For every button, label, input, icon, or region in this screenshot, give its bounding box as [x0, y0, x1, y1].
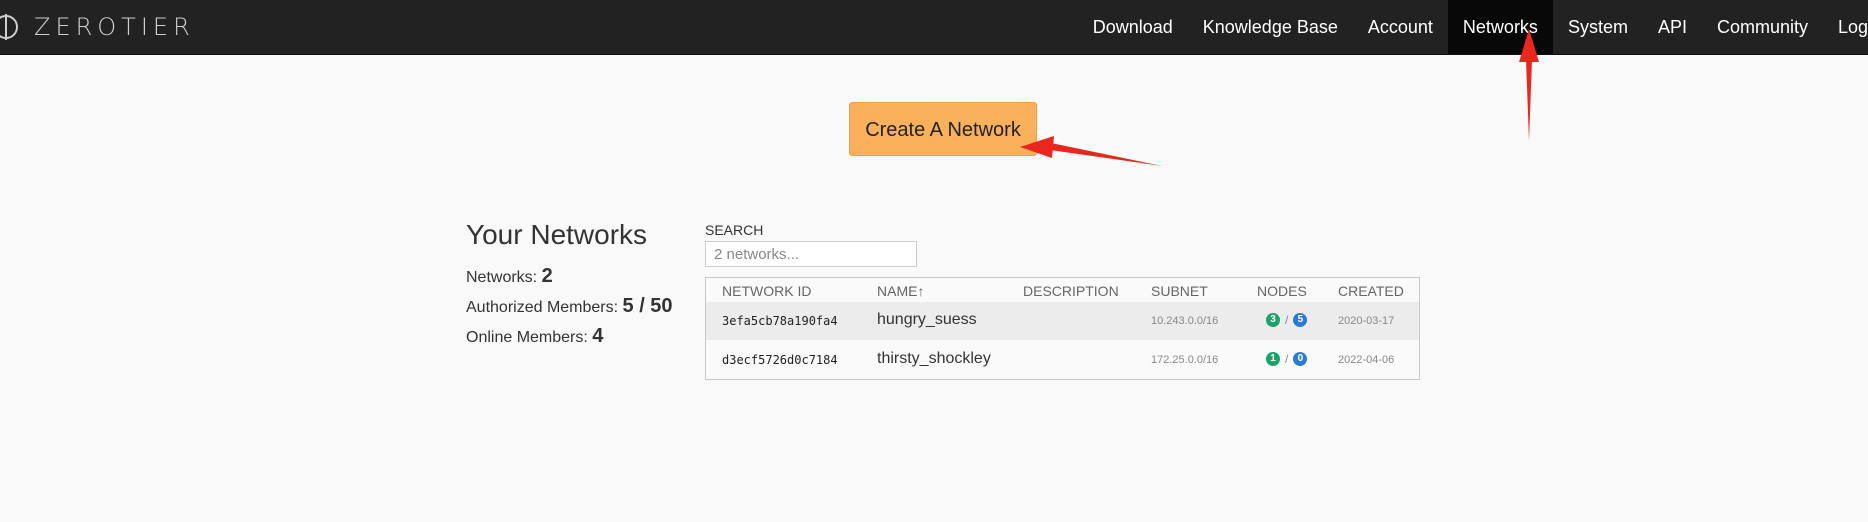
network-name[interactable]: thirsty_shockley: [877, 350, 991, 368]
nav-knowledge-base[interactable]: Knowledge Base: [1188, 0, 1353, 54]
network-nodes: 1 / 0: [1266, 352, 1308, 366]
table-row[interactable]: d3ecf5726d0c7184 thirsty_shockley 172.25…: [706, 341, 1419, 379]
search-input[interactable]: [705, 241, 917, 267]
header-description[interactable]: DESCRIPTION: [1023, 283, 1119, 299]
create-network-button[interactable]: Create A Network: [849, 102, 1037, 156]
nodes-separator: /: [1285, 352, 1289, 366]
top-navbar: ZEROTIER Download Knowledge Base Account…: [0, 0, 1868, 55]
online-members-value: 4: [592, 325, 604, 347]
nav-account[interactable]: Account: [1353, 0, 1448, 54]
network-created: 2022-04-06: [1338, 354, 1395, 366]
table-row[interactable]: 3efa5cb78a190fa4 hungry_suess 10.243.0.0…: [706, 302, 1419, 340]
header-nodes[interactable]: NODES: [1257, 283, 1307, 299]
network-created: 2020-03-17: [1338, 315, 1395, 327]
authorized-members: Authorized Members: 5 / 50: [466, 292, 673, 322]
header-network-id[interactable]: NETWORK ID: [722, 283, 811, 299]
total-nodes-badge: 5: [1293, 313, 1308, 327]
header-subnet[interactable]: SUBNET: [1151, 283, 1208, 299]
nav-api[interactable]: API: [1643, 0, 1702, 54]
networks-count-value: 2: [541, 265, 553, 287]
nav-logout[interactable]: Logout: [1823, 0, 1868, 54]
networks-table: NETWORK ID NAME↑ DESCRIPTION SUBNET NODE…: [705, 277, 1420, 380]
search-label: SEARCH: [705, 222, 764, 238]
zerotier-logo-icon: [0, 14, 18, 40]
header-created[interactable]: CREATED: [1338, 283, 1404, 299]
online-members-label: Online Members:: [466, 329, 588, 346]
online-nodes-badge: 3: [1266, 313, 1280, 327]
total-nodes-badge: 0: [1293, 352, 1308, 366]
annotation-overlay: [1020, 29, 1539, 166]
authorized-members-label: Authorized Members:: [466, 299, 619, 316]
network-name[interactable]: hungry_suess: [877, 311, 977, 329]
network-id[interactable]: 3efa5cb78a190fa4: [722, 314, 838, 328]
table-header: NETWORK ID NAME↑ DESCRIPTION SUBNET NODE…: [706, 278, 1419, 302]
networks-count: Networks: 2: [466, 262, 673, 292]
nav-download[interactable]: Download: [1078, 0, 1188, 54]
networks-summary: Your Networks Networks: 2 Authorized Mem…: [466, 218, 673, 352]
zerotier-logo[interactable]: ZEROTIER: [0, 12, 195, 42]
network-nodes: 3 / 5: [1266, 313, 1308, 327]
networks-count-label: Networks:: [466, 269, 538, 286]
page-title: Your Networks: [466, 219, 648, 250]
nav-community[interactable]: Community: [1702, 0, 1823, 54]
online-members: Online Members: 4: [466, 322, 673, 352]
annotation-arrow-create: [1020, 136, 1162, 166]
nav-system[interactable]: System: [1553, 0, 1643, 54]
logo-text: ZEROTIER: [34, 13, 195, 41]
nav-networks[interactable]: Networks: [1447, 0, 1553, 54]
authorized-members-value: 5 / 50: [622, 295, 673, 317]
online-nodes-badge: 1: [1266, 352, 1280, 366]
network-id[interactable]: d3ecf5726d0c7184: [722, 353, 838, 367]
main-nav: Download Knowledge Base Account Networks…: [1078, 0, 1868, 54]
nodes-separator: /: [1285, 313, 1289, 327]
header-name[interactable]: NAME↑: [877, 283, 924, 299]
network-subnet: 172.25.0.0/16: [1151, 354, 1219, 366]
network-subnet: 10.243.0.0/16: [1151, 315, 1219, 327]
